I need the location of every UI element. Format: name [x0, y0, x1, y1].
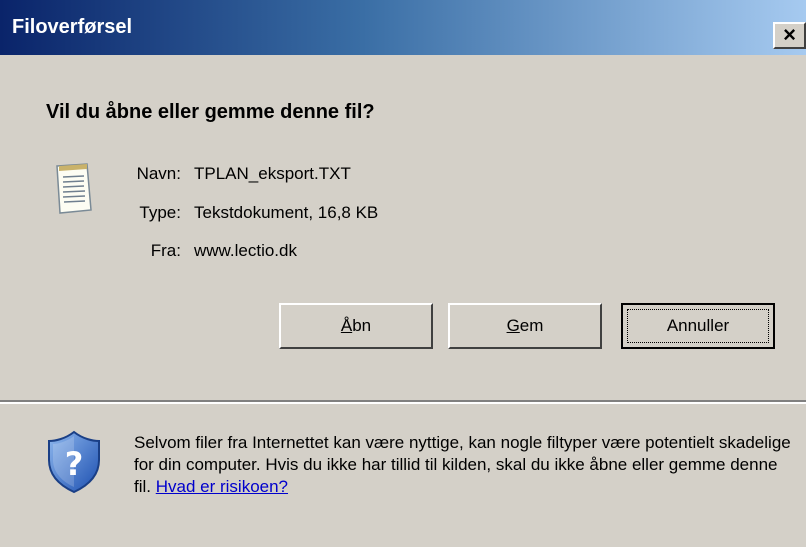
risk-info-link[interactable]: Hvad er risikoen? — [156, 477, 288, 496]
security-warning: Selvom filer fra Internettet kan være ny… — [134, 432, 794, 498]
separator-highlight — [0, 402, 806, 404]
file-name-value: TPLAN_eksport.TXT — [194, 164, 351, 183]
cancel-button[interactable]: Annuller — [621, 303, 775, 349]
text-document-icon — [56, 163, 92, 214]
security-shield-question-icon: ? — [48, 430, 100, 494]
save-button[interactable]: Gem — [448, 303, 602, 349]
file-source-value: www.lectio.dk — [194, 241, 297, 260]
file-download-dialog: Filoverførsel × Vil du åbne eller gemme … — [0, 0, 806, 547]
file-name-label: Navn: — [136, 164, 181, 183]
open-button-label: bn — [352, 316, 372, 335]
save-button-mnemonic: G — [506, 316, 520, 335]
close-icon: × — [783, 22, 796, 47]
open-button[interactable]: Åbn — [279, 303, 433, 349]
file-name-row: Navn: TPLAN_eksport.TXT — [106, 164, 606, 186]
dialog-question: Vil du åbne eller gemme denne fil? — [46, 101, 375, 123]
dialog-title: Filoverførsel — [12, 16, 133, 38]
title-bar[interactable]: Filoverførsel — [0, 0, 806, 55]
save-button-label: em — [519, 316, 544, 335]
close-button[interactable]: × — [773, 22, 806, 49]
svg-text:?: ? — [65, 445, 84, 483]
file-type-row: Type: Tekstdokument, 16,8 KB — [106, 203, 606, 225]
file-type-value: Tekstdokument, 16,8 KB — [194, 203, 379, 222]
file-source-label: Fra: — [150, 241, 181, 260]
file-source-row: Fra: www.lectio.dk — [106, 241, 606, 263]
file-type-label: Type: — [139, 203, 181, 222]
cancel-button-label: Annuller — [627, 309, 769, 343]
open-button-mnemonic: Å — [340, 316, 353, 335]
